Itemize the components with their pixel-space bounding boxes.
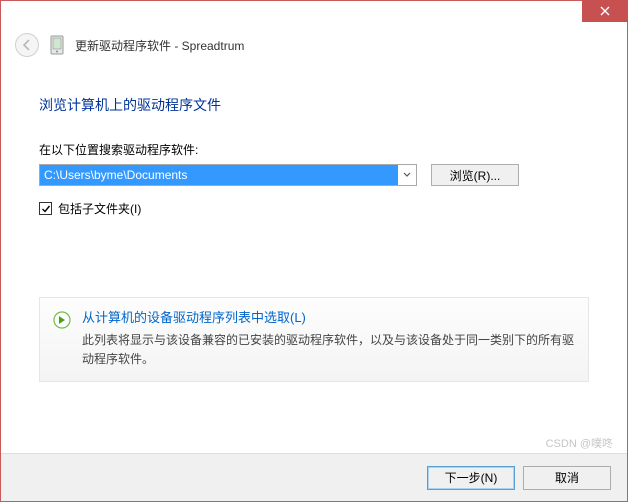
option-arrow-icon [52,310,72,330]
include-subfolders-checkbox[interactable]: 包括子文件夹(I) [39,200,589,217]
combo-dropdown-arrow[interactable] [398,165,416,185]
next-button-label: 下一步(N) [445,469,498,486]
option-title: 从计算机的设备驱动程序列表中选取(L) [82,308,576,329]
cancel-button[interactable]: 取消 [523,466,611,490]
path-value: C:\Users\byme\Documents [40,165,398,185]
path-combobox[interactable]: C:\Users\byme\Documents [39,164,417,186]
chevron-down-icon [403,172,411,178]
checkbox-icon [39,202,52,215]
back-arrow-icon [20,38,34,52]
device-icon [49,35,65,55]
titlebar [1,1,627,29]
pick-from-list-option[interactable]: 从计算机的设备驱动程序列表中选取(L) 此列表将显示与该设备兼容的已安装的驱动程… [39,297,589,382]
close-icon [600,6,610,16]
cancel-button-label: 取消 [555,469,579,486]
next-button[interactable]: 下一步(N) [427,466,515,490]
include-subfolders-label: 包括子文件夹(I) [58,200,141,217]
watermark: CSDN @噗咚 [546,435,613,451]
page-heading: 浏览计算机上的驱动程序文件 [39,95,589,115]
option-text: 从计算机的设备驱动程序列表中选取(L) 此列表将显示与该设备兼容的已安装的驱动程… [82,308,576,369]
header-row: 更新驱动程序软件 - Spreadtrum [1,29,627,69]
browse-button-label: 浏览(R)... [450,167,501,184]
footer: 下一步(N) 取消 [1,453,627,501]
path-row: C:\Users\byme\Documents 浏览(R)... [39,164,589,186]
search-location-label: 在以下位置搜索驱动程序软件: [39,141,589,158]
close-button[interactable] [582,0,628,22]
window: 更新驱动程序软件 - Spreadtrum 浏览计算机上的驱动程序文件 在以下位… [0,0,628,502]
header-title: 更新驱动程序软件 - Spreadtrum [75,37,244,54]
back-button[interactable] [15,33,39,57]
option-description: 此列表将显示与该设备兼容的已安装的驱动程序软件，以及与该设备处于同一类别下的所有… [82,331,576,369]
content: 浏览计算机上的驱动程序文件 在以下位置搜索驱动程序软件: C:\Users\by… [1,69,627,382]
browse-button[interactable]: 浏览(R)... [431,164,519,186]
